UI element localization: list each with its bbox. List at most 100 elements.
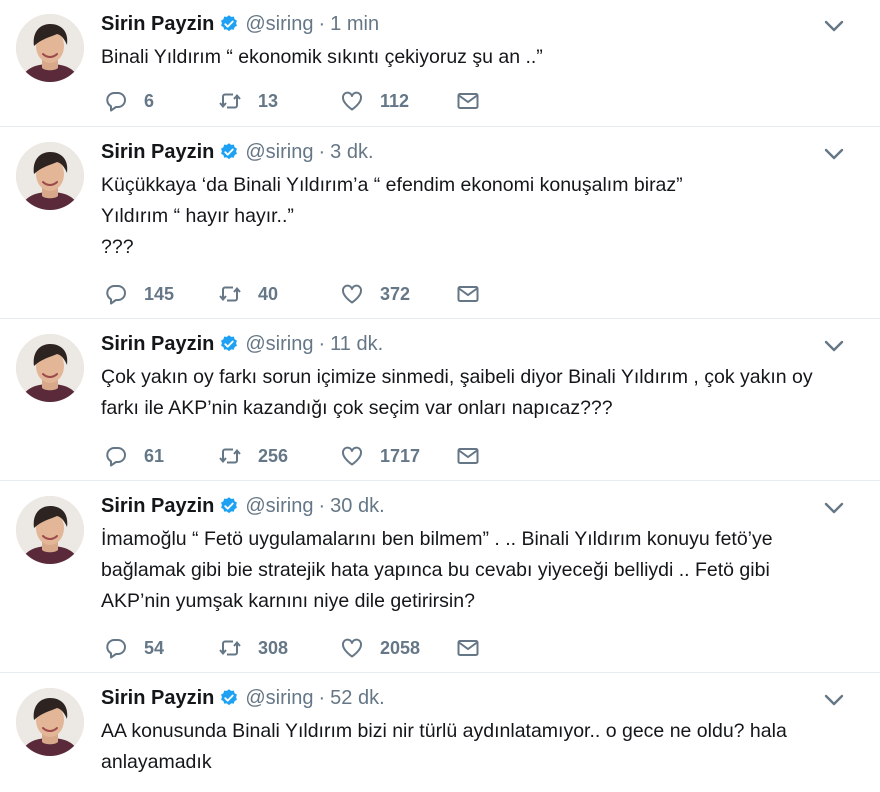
tweet-text-line: bağlamak gibi bie stratejik hata yapınca… xyxy=(101,559,770,581)
heart-icon xyxy=(340,636,364,660)
tweet[interactable]: Sirin Payzin @siring · 30 dk. İmamoğlu “… xyxy=(0,482,880,673)
tweet-header: Sirin Payzin @siring · 11 dk. xyxy=(101,330,383,358)
tweet-text-line: farkı ile AKP’nin kazandığı çok seçim va… xyxy=(101,397,613,419)
author-handle[interactable]: @siring xyxy=(245,333,313,356)
heart-icon xyxy=(340,444,364,468)
reply-count: 54 xyxy=(144,637,165,658)
envelope-icon xyxy=(456,444,480,468)
timestamp[interactable]: 30 dk. xyxy=(330,495,384,518)
retweet-icon xyxy=(218,636,242,660)
tweet-text-line: ??? xyxy=(101,236,134,258)
tweet-text-line: AA konusunda Binali Yıldırım bizi nir tü… xyxy=(101,720,787,742)
like-button[interactable]: 372 xyxy=(340,279,410,309)
tweet-text-line: anlayamadık xyxy=(101,751,212,773)
author-handle[interactable]: @siring xyxy=(245,687,313,710)
tweet[interactable]: Sirin Payzin @siring · 1 min Binali Yıld… xyxy=(0,0,880,127)
reply-count: 145 xyxy=(144,283,175,304)
reply-icon xyxy=(104,89,128,113)
tweet[interactable]: Sirin Payzin @siring · 52 dk. AA konusun… xyxy=(0,674,880,792)
author-name[interactable]: Sirin Payzin xyxy=(101,687,214,710)
retweet-count: 13 xyxy=(258,90,279,111)
retweet-count: 256 xyxy=(258,445,289,466)
tweet-text-line: Küçükkaya ‘da Binali Yıldırım’a “ efendi… xyxy=(101,174,683,196)
tweet-text: Çok yakın oy farkı sorun içimize sinmedi… xyxy=(101,362,861,424)
tweet-header: Sirin Payzin @siring · 3 dk. xyxy=(101,138,374,166)
avatar[interactable] xyxy=(16,496,84,564)
retweet-icon xyxy=(218,89,242,113)
message-button[interactable] xyxy=(456,279,480,309)
author-handle[interactable]: @siring xyxy=(245,13,313,36)
heart-icon xyxy=(340,89,364,113)
message-button[interactable] xyxy=(456,633,480,663)
author-handle[interactable]: @siring xyxy=(245,141,313,164)
chevron-down-icon[interactable] xyxy=(822,146,846,162)
like-count: 1717 xyxy=(380,445,421,466)
tweet-header: Sirin Payzin @siring · 1 min xyxy=(101,10,379,38)
retweet-button[interactable]: 13 xyxy=(218,86,278,116)
author-name[interactable]: Sirin Payzin xyxy=(101,13,214,36)
reply-icon xyxy=(104,282,128,306)
avatar[interactable] xyxy=(16,688,84,756)
author-name[interactable]: Sirin Payzin xyxy=(101,495,214,518)
tweet-text: Binali Yıldırım “ ekonomik sıkıntı çekiy… xyxy=(101,42,861,73)
retweet-button[interactable]: 40 xyxy=(218,279,278,309)
chevron-down-icon[interactable] xyxy=(822,338,846,354)
author-name[interactable]: Sirin Payzin xyxy=(101,333,214,356)
like-count: 372 xyxy=(380,283,411,304)
verified-badge-icon xyxy=(219,334,239,354)
reply-button[interactable]: 61 xyxy=(104,441,164,471)
retweet-icon xyxy=(218,444,242,468)
avatar[interactable] xyxy=(16,142,84,210)
tweet[interactable]: Sirin Payzin @siring · 11 dk. Çok yakın … xyxy=(0,320,880,481)
separator-dot: · xyxy=(318,686,326,709)
separator-dot: · xyxy=(318,332,326,355)
retweet-count: 308 xyxy=(258,637,289,658)
verified-badge-icon xyxy=(219,496,239,516)
reply-count: 6 xyxy=(144,90,155,111)
separator-dot: · xyxy=(318,140,326,163)
separator-dot: · xyxy=(318,494,326,517)
like-button[interactable]: 112 xyxy=(340,86,409,116)
message-button[interactable] xyxy=(456,441,480,471)
reply-icon xyxy=(104,444,128,468)
separator-dot: · xyxy=(318,12,326,35)
reply-button[interactable]: 6 xyxy=(104,86,154,116)
tweet-text-line: Binali Yıldırım “ ekonomik sıkıntı çekiy… xyxy=(101,46,543,68)
like-button[interactable]: 1717 xyxy=(340,441,420,471)
tweet-text-line: AKP’nin yumşak karnını niye dile getirir… xyxy=(101,590,475,612)
retweet-button[interactable]: 256 xyxy=(218,441,288,471)
tweet-text: İmamoğlu “ Fetö uygulamalarını ben bilme… xyxy=(101,524,861,617)
timestamp[interactable]: 1 min xyxy=(330,13,379,36)
envelope-icon xyxy=(456,282,480,306)
heart-icon xyxy=(340,282,364,306)
envelope-icon xyxy=(456,89,480,113)
timestamp[interactable]: 52 dk. xyxy=(330,687,384,710)
verified-badge-icon xyxy=(219,688,239,708)
reply-button[interactable]: 145 xyxy=(104,279,174,309)
timestamp[interactable]: 11 dk. xyxy=(330,333,383,356)
author-handle[interactable]: @siring xyxy=(245,495,313,518)
reply-count: 61 xyxy=(144,445,165,466)
avatar[interactable] xyxy=(16,334,84,402)
timestamp[interactable]: 3 dk. xyxy=(330,141,373,164)
envelope-icon xyxy=(456,636,480,660)
verified-badge-icon xyxy=(219,14,239,34)
tweet-text-line: Çok yakın oy farkı sorun içimize sinmedi… xyxy=(101,366,813,388)
author-name[interactable]: Sirin Payzin xyxy=(101,141,214,164)
like-count: 112 xyxy=(380,90,410,111)
tweet-text: Küçükkaya ‘da Binali Yıldırım’a “ efendi… xyxy=(101,170,861,263)
message-button[interactable] xyxy=(456,86,480,116)
retweet-icon xyxy=(218,282,242,306)
chevron-down-icon[interactable] xyxy=(822,500,846,516)
tweet-text-line: Yıldırım “ hayır hayır..” xyxy=(101,205,294,227)
like-button[interactable]: 2058 xyxy=(340,633,420,663)
retweet-button[interactable]: 308 xyxy=(218,633,288,663)
chevron-down-icon[interactable] xyxy=(822,692,846,708)
chevron-down-icon[interactable] xyxy=(822,18,846,34)
reply-button[interactable]: 54 xyxy=(104,633,164,663)
tweet-text: AA konusunda Binali Yıldırım bizi nir tü… xyxy=(101,716,861,778)
verified-badge-icon xyxy=(219,142,239,162)
tweet[interactable]: Sirin Payzin @siring · 3 dk. Küçükkaya ‘… xyxy=(0,128,880,319)
avatar[interactable] xyxy=(16,14,84,82)
retweet-count: 40 xyxy=(258,283,279,304)
